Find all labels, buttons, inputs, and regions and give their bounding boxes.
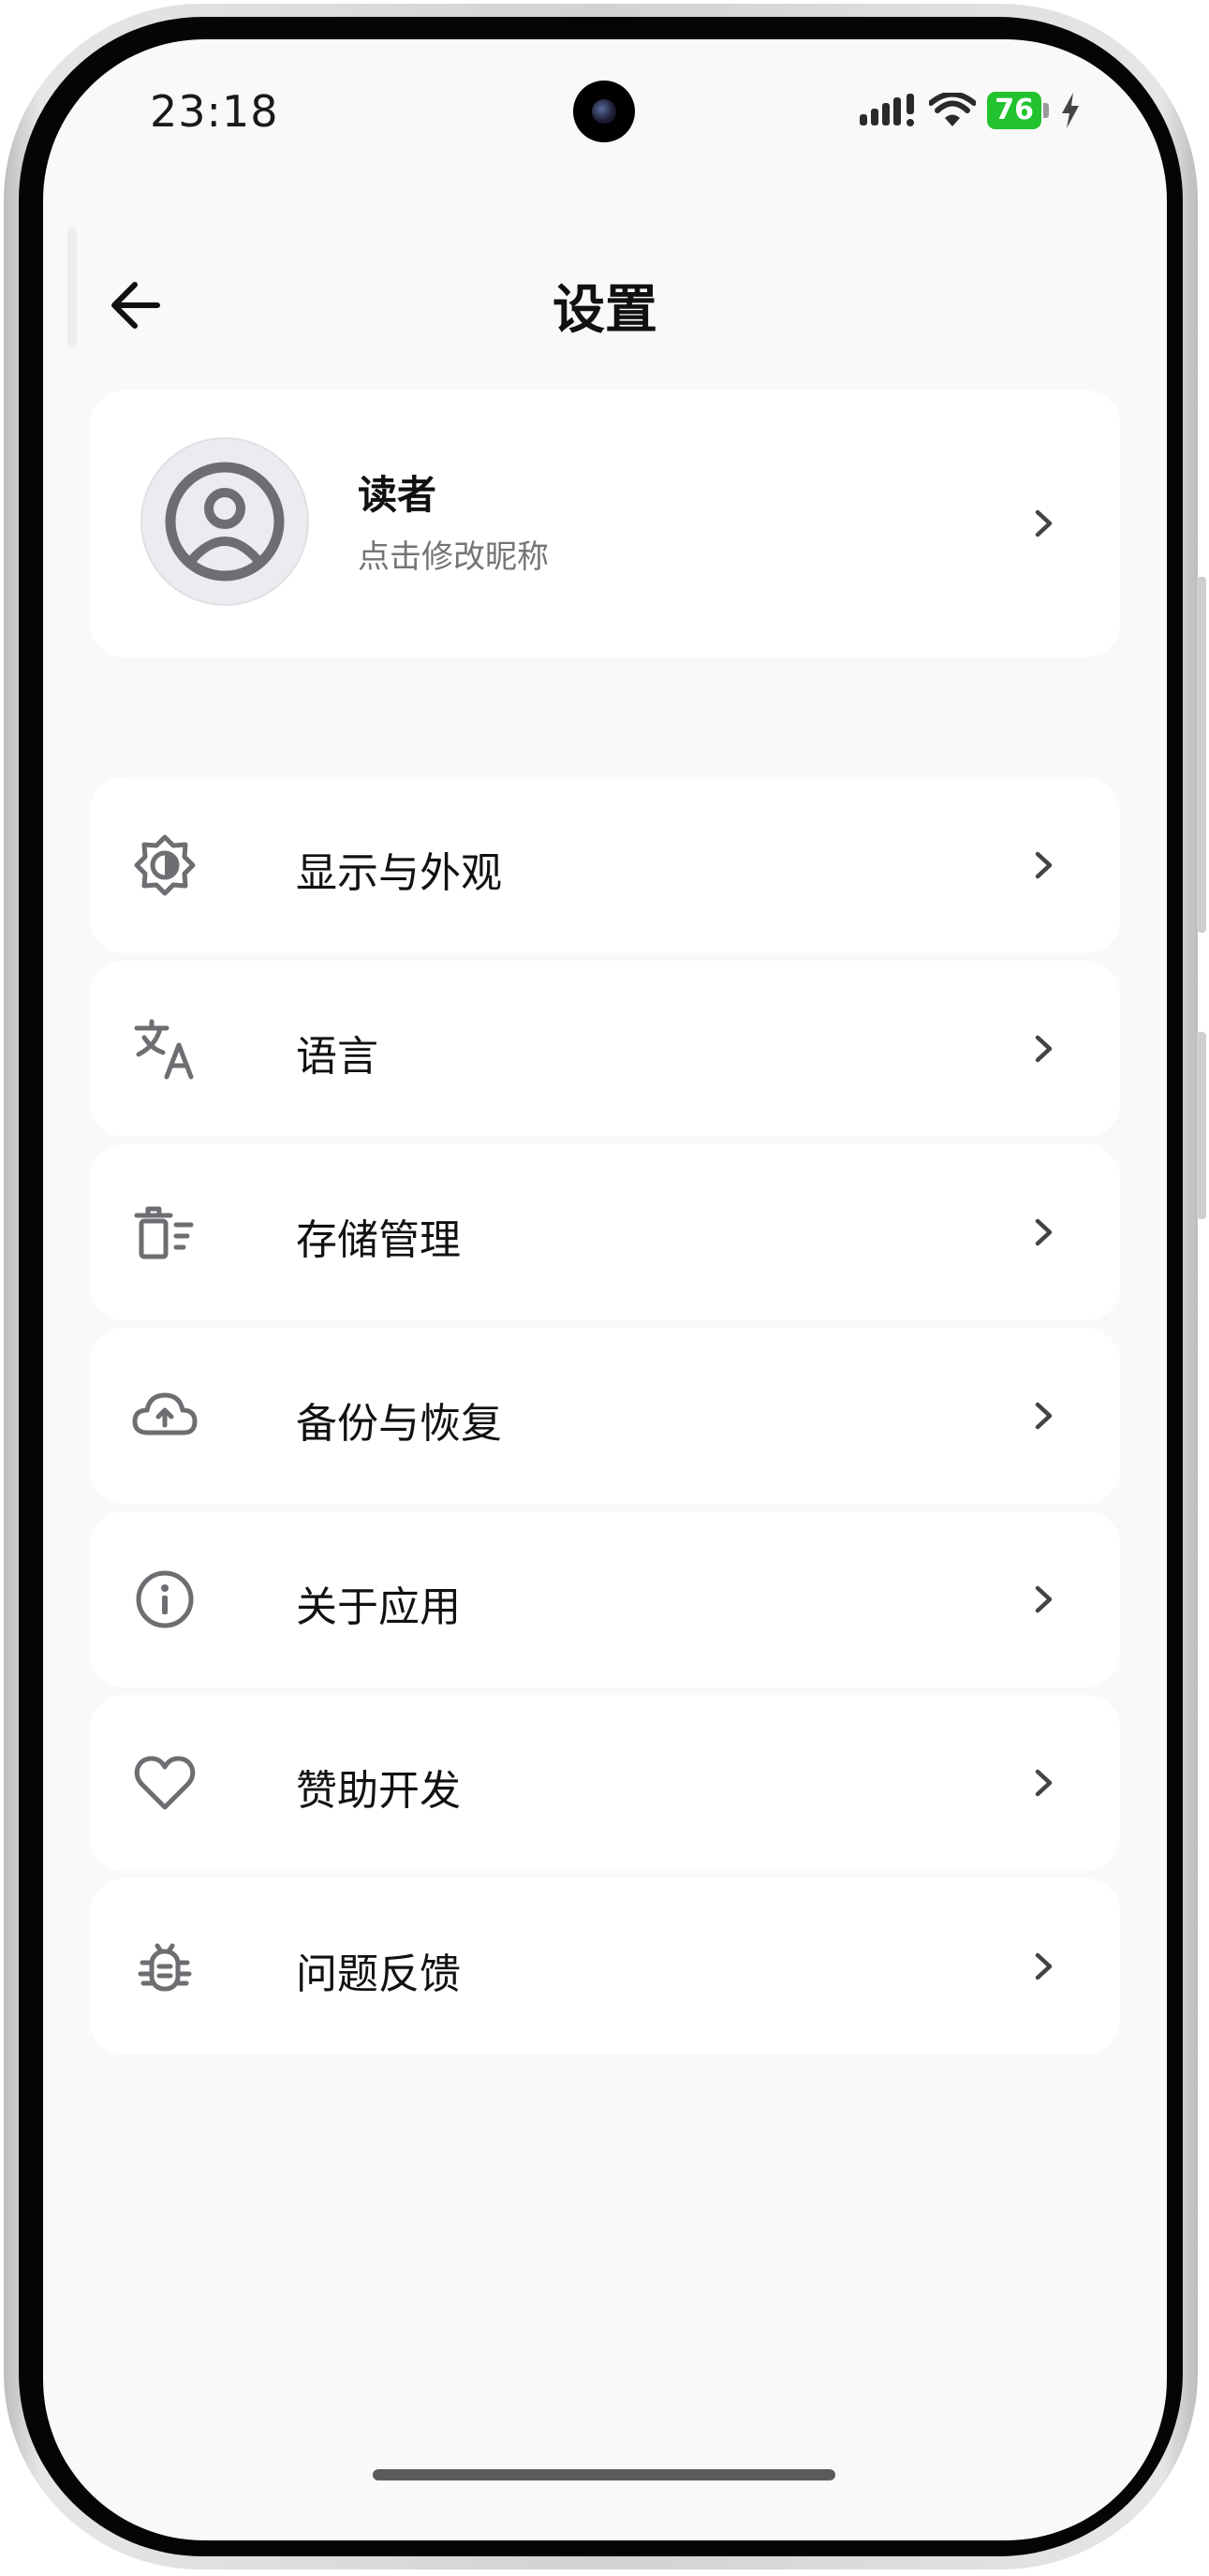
page-title: 设置	[553, 279, 657, 341]
home-indicator[interactable]	[373, 2469, 835, 2480]
lightning-bolt-icon	[1062, 93, 1079, 128]
menu-item-about[interactable]: 关于应用	[90, 1511, 1120, 1687]
chevron-right-icon	[1035, 1769, 1053, 1797]
chevron-right-icon	[1035, 509, 1053, 537]
brightness-contrast-icon	[134, 834, 196, 896]
chevron-right-icon	[1035, 1218, 1053, 1246]
menu-item-sponsor[interactable]: 赞助开发	[90, 1695, 1120, 1871]
top-app-bar: 设置	[43, 227, 1167, 386]
menu-item-backup-restore[interactable]: 备份与恢复	[90, 1328, 1120, 1504]
menu-item-display-appearance[interactable]: 显示与外观	[90, 777, 1120, 953]
profile-card[interactable]: 读者 点击修改昵称	[90, 390, 1120, 657]
heart-icon	[134, 1756, 196, 1810]
chevron-right-icon	[1035, 1585, 1053, 1613]
menu-label: 关于应用	[296, 1583, 461, 1631]
menu-label: 备份与恢复	[296, 1400, 502, 1448]
menu-item-language[interactable]: 语言	[90, 961, 1120, 1137]
volume-button	[1197, 577, 1206, 933]
battery-cap	[1043, 103, 1049, 118]
chevron-right-icon	[1035, 1402, 1053, 1430]
signal-bars-icon	[860, 94, 915, 126]
status-time: 23:18	[150, 86, 279, 137]
chevron-right-icon	[1035, 1952, 1053, 1980]
menu-item-feedback[interactable]: 问题反馈	[90, 1878, 1120, 2054]
menu-label: 显示与外观	[296, 849, 502, 897]
cloud-upload-icon	[132, 1392, 198, 1435]
menu-label: 赞助开发	[296, 1767, 461, 1815]
menu-label: 问题反馈	[296, 1950, 461, 1998]
chevron-right-icon	[1035, 851, 1053, 879]
profile-name: 读者	[358, 472, 437, 518]
trash-list-icon	[134, 1206, 194, 1259]
status-icons: 76	[860, 92, 1081, 129]
menu-label: 存储管理	[296, 1216, 461, 1264]
chevron-right-icon	[1035, 1035, 1053, 1063]
status-bar: 23:18 76	[43, 39, 1167, 189]
info-circle-icon	[136, 1570, 194, 1628]
battery-level: 76	[987, 92, 1041, 129]
menu-item-storage[interactable]: 存储管理	[90, 1144, 1120, 1320]
edit-nickname-hint: 点击修改昵称	[358, 538, 549, 576]
wifi-icon	[929, 93, 977, 126]
menu-label: 语言	[296, 1033, 378, 1081]
bug-icon	[138, 1943, 192, 1992]
translate-icon	[134, 1019, 194, 1080]
phone-frame: 23:18 76 设置 读者 点击修改昵称 显示与外观 语言 存储管理 备份与恢…	[4, 4, 1206, 2569]
power-button	[1197, 1032, 1206, 1219]
screen: 23:18 76 设置 读者 点击修改昵称 显示与外观 语言 存储管理 备份与恢…	[43, 39, 1167, 2540]
user-circle-icon	[165, 462, 285, 581]
avatar[interactable]	[140, 437, 309, 606]
front-camera	[573, 81, 635, 142]
